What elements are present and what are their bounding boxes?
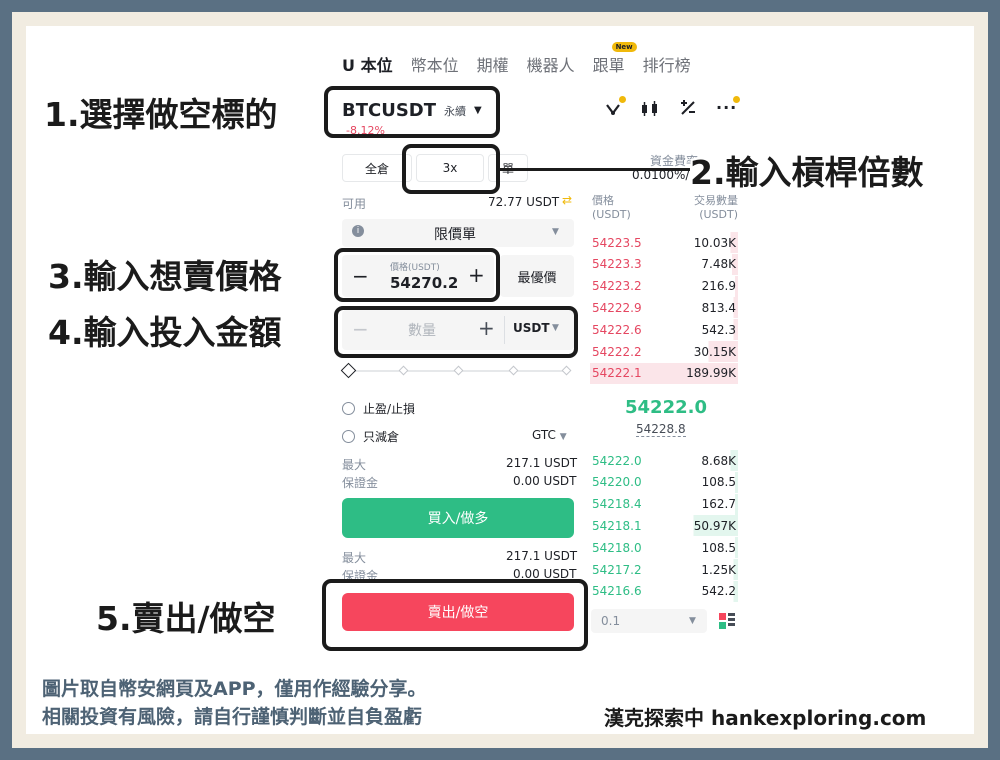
bid-qty: 8.68K [701, 453, 736, 468]
new-badge: New [611, 42, 637, 52]
reduce-only-option[interactable]: 只減倉 [342, 428, 399, 445]
bid-price: 54217.2 [592, 562, 642, 577]
annotation-step4: 4.輸入投入金額 [48, 313, 282, 352]
tab-usdm[interactable]: U 本位 [342, 52, 393, 76]
precision-select[interactable]: 0.1 ▼ [591, 609, 707, 633]
bid-row[interactable]: 54218.1 50.97K [590, 515, 738, 537]
market-tabs: U 本位 幣本位 期權 機器人 跟單 New 排行榜 [342, 42, 709, 76]
annotation-step1: 1.選擇做空標的 [44, 95, 278, 134]
available-label: 可用 [342, 197, 367, 211]
ask-qty: 813.4 [701, 300, 736, 315]
orderbook-layout-icon[interactable] [718, 612, 736, 634]
notification-dot [619, 96, 626, 103]
info-icon: i [352, 225, 364, 237]
ask-price: 54222.1 [592, 366, 642, 381]
bid-price: 54216.6 [592, 584, 642, 599]
available-value: 72.77 USDT [488, 195, 560, 209]
highlight-amount [334, 306, 578, 358]
highlight-sell [322, 579, 588, 651]
disclaimer-line2: 相關投資有風險，請自行謹慎判斷並自負盈虧 [42, 706, 423, 728]
orderbook-price-header: 價格 (USDT) [592, 194, 631, 221]
bid-qty: 108.5 [701, 540, 736, 555]
transfer-icon[interactable]: ⇄ [562, 193, 572, 207]
bid-price: 54220.0 [592, 475, 642, 490]
notification-dot-more [733, 96, 740, 103]
bid-qty: 108.5 [701, 475, 736, 490]
time-in-force-select[interactable]: GTC ▼ [532, 428, 567, 442]
ask-row[interactable]: 54222.6 542.3 [590, 319, 738, 341]
ask-price: 54222.9 [592, 300, 642, 315]
tab-coinm[interactable]: 幣本位 [411, 52, 459, 76]
ask-qty: 189.99K [686, 366, 736, 381]
brand-watermark: 漢克探索中 hankexploring.com [604, 706, 927, 730]
caret-down-icon: ▼ [689, 616, 696, 626]
ask-row[interactable]: 54222.2 30.15K [590, 341, 738, 362]
buy-max-value: 217.1 USDT [506, 456, 578, 470]
bid-row[interactable]: 54217.2 1.25K [590, 559, 738, 580]
bid-row[interactable]: 54220.0 108.5 [590, 471, 738, 493]
ask-price: 54222.6 [592, 322, 642, 337]
candlestick-icon[interactable] [640, 100, 660, 122]
bid-row[interactable]: 54218.4 162.7 [590, 493, 738, 515]
connector-line [500, 168, 690, 171]
percent-icon[interactable] [679, 99, 697, 121]
caret-down-icon: ▼ [559, 432, 567, 442]
annotation-step3: 3.輸入想賣價格 [48, 257, 282, 296]
ask-price: 54223.3 [592, 257, 642, 272]
caret-down-icon: ▼ [552, 227, 559, 237]
disclaimer-line1: 圖片取自幣安網頁及APP，僅用作經驗分享。 [42, 678, 427, 700]
highlight-pair [324, 86, 500, 138]
bid-row[interactable]: 54216.6 542.2 [590, 580, 738, 602]
annotation-step2: 2.輸入槓桿倍數 [690, 153, 924, 192]
ask-row[interactable]: 54222.1 189.99K [590, 362, 738, 384]
buy-margin-value: 0.00 USDT [513, 474, 577, 488]
ask-qty: 542.3 [701, 322, 736, 337]
last-price[interactable]: 54222.0 [625, 397, 707, 418]
buy-margin-label: 保證金 [342, 476, 379, 490]
bid-price: 54222.0 [592, 453, 642, 468]
tab-copy-trading[interactable]: 跟單 New [593, 42, 637, 76]
tab-leaderboard[interactable]: 排行榜 [643, 52, 691, 76]
ask-price: 54223.5 [592, 235, 642, 250]
bid-row[interactable]: 54222.0 8.68K [590, 450, 738, 471]
bid-price: 54218.1 [592, 518, 642, 533]
trade-icon[interactable] [604, 100, 622, 122]
bid-qty: 1.25K [701, 562, 736, 577]
ask-qty: 10.03K [693, 235, 736, 250]
mark-price[interactable]: 54228.8 [636, 422, 686, 437]
bid-qty: 162.7 [701, 497, 736, 512]
tab-bots[interactable]: 機器人 [527, 52, 575, 76]
ask-price: 54223.2 [592, 279, 642, 294]
highlight-leverage [402, 144, 500, 194]
tp-sl-option[interactable]: 止盈/止損 [342, 400, 415, 417]
ask-qty: 216.9 [701, 279, 736, 294]
bid-price: 54218.0 [592, 540, 642, 555]
radio-icon [342, 402, 355, 415]
buy-long-button[interactable]: 買入/做多 [342, 498, 574, 538]
buy-max-label: 最大 [342, 458, 367, 472]
ask-price: 54222.2 [592, 344, 642, 359]
ask-row[interactable]: 54223.3 7.48K [590, 253, 738, 275]
sell-max-value: 217.1 USDT [506, 549, 578, 563]
radio-icon [342, 430, 355, 443]
bid-row[interactable]: 54218.0 108.5 [590, 537, 738, 559]
bid-price: 54218.4 [592, 497, 642, 512]
ask-row[interactable]: 54223.2 216.9 [590, 275, 738, 297]
orderbook-qty-header: 交易數量 (USDT) [694, 194, 738, 221]
tab-options[interactable]: 期權 [477, 52, 509, 76]
order-type-select[interactable]: i 限價單 ▼ [342, 219, 574, 247]
bid-qty: 50.97K [693, 518, 736, 533]
ask-qty: 7.48K [701, 257, 736, 272]
best-price-button[interactable]: 最優價 [500, 255, 574, 297]
sell-max-label: 最大 [342, 551, 367, 565]
bid-qty: 542.2 [701, 584, 736, 599]
annotation-step5: 5.賣出/做空 [96, 599, 276, 638]
ask-row[interactable]: 54222.9 813.4 [590, 297, 738, 319]
ask-qty: 30.15K [693, 344, 736, 359]
highlight-price [334, 248, 500, 302]
ask-row[interactable]: 54223.5 10.03K [590, 232, 738, 253]
